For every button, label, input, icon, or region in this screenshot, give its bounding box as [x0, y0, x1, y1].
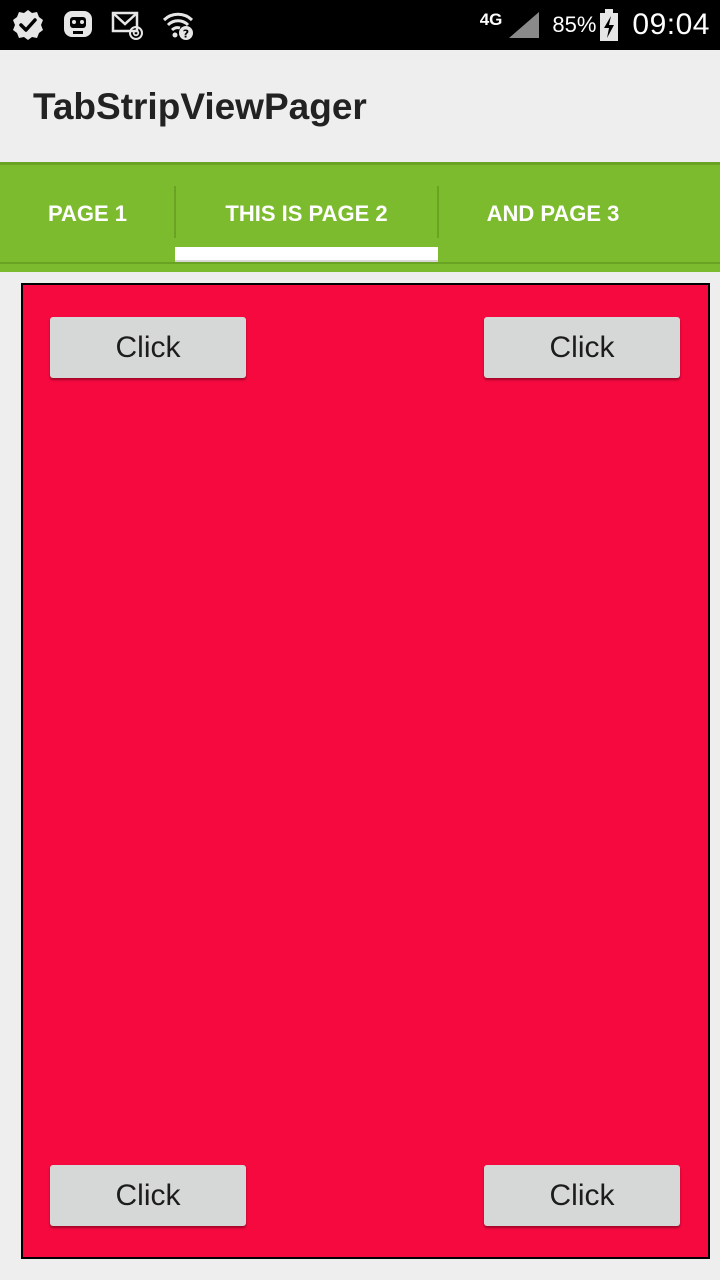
- check-badge-icon: [10, 8, 46, 42]
- signal-strength-icon: [506, 8, 542, 42]
- click-button-top-left[interactable]: Click: [50, 317, 246, 378]
- click-button-bottom-left[interactable]: Click: [50, 1165, 246, 1226]
- tab-page-1[interactable]: PAGE 1: [0, 165, 175, 262]
- view-pager-page[interactable]: Click Click Click Click: [21, 283, 710, 1259]
- tab-strip-divider: [0, 262, 720, 272]
- tab-strip: PAGE 1 THIS IS PAGE 2 AND PAGE 3: [0, 162, 720, 272]
- click-button-bottom-right[interactable]: Click: [484, 1165, 680, 1226]
- status-bar: ? 4G 85% 09:04: [0, 0, 720, 50]
- selected-tab-indicator: [175, 247, 438, 263]
- svg-text:?: ?: [183, 28, 189, 41]
- battery-charging-icon: [596, 8, 622, 42]
- notification-icons: ?: [10, 8, 196, 42]
- app-title: TabStripViewPager: [33, 86, 367, 127]
- network-type: 4G: [479, 9, 503, 29]
- battery-percent: 85%: [552, 12, 597, 37]
- system-indicators: 4G 85% 09:04: [480, 0, 710, 50]
- chat-bot-icon: [60, 8, 96, 42]
- wifi-question-icon: ?: [160, 8, 196, 42]
- clock: 09:04: [632, 8, 710, 41]
- mail-at-icon: [110, 8, 146, 42]
- app-bar: TabStripViewPager: [0, 50, 720, 162]
- tab-page-3[interactable]: AND PAGE 3: [438, 165, 668, 262]
- click-button-top-right[interactable]: Click: [484, 317, 680, 378]
